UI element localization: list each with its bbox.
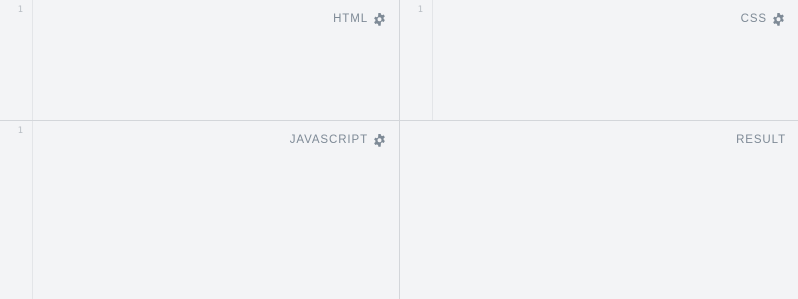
line-number: 1 bbox=[417, 5, 423, 15]
javascript-panel-header: JAVASCRIPT bbox=[290, 132, 386, 148]
html-panel-label: HTML bbox=[333, 13, 368, 25]
line-number: 1 bbox=[17, 126, 23, 136]
html-line-gutter: 1 bbox=[0, 0, 33, 120]
editor-workspace: 1 HTML 1 CSS 1 JAVASCRIPT RESULT bbox=[0, 0, 798, 299]
javascript-panel-label: JAVASCRIPT bbox=[289, 134, 368, 146]
line-number: 1 bbox=[17, 5, 23, 15]
result-panel[interactable]: RESULT bbox=[400, 121, 798, 299]
css-panel-label: CSS bbox=[740, 13, 767, 25]
vertical-resize-divider[interactable] bbox=[399, 0, 400, 299]
horizontal-resize-divider[interactable] bbox=[0, 120, 798, 121]
result-panel-label: RESULT bbox=[736, 134, 786, 146]
gear-icon[interactable] bbox=[772, 12, 785, 26]
css-line-gutter: 1 bbox=[400, 0, 433, 120]
gear-icon[interactable] bbox=[373, 12, 386, 26]
html-panel-header: HTML bbox=[333, 11, 386, 27]
result-panel-header: RESULT bbox=[736, 132, 786, 148]
gear-icon[interactable] bbox=[373, 133, 386, 147]
css-editor-panel[interactable]: 1 CSS bbox=[400, 0, 798, 120]
javascript-editor-panel[interactable]: 1 JAVASCRIPT bbox=[0, 121, 399, 299]
html-editor-panel[interactable]: 1 HTML bbox=[0, 0, 399, 120]
css-panel-header: CSS bbox=[741, 11, 785, 27]
javascript-line-gutter: 1 bbox=[0, 121, 33, 299]
